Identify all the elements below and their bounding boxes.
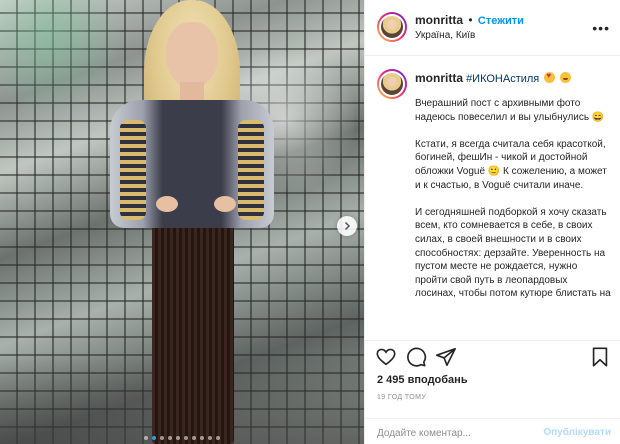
- carousel-next-button[interactable]: [337, 216, 357, 236]
- comment-icon[interactable]: [405, 346, 427, 368]
- carousel-dots: [0, 436, 364, 440]
- caption-paragraph: Кстати, я всегда считала себя красоткой,…: [415, 138, 607, 191]
- post-header: monritta • Стежити Україна, Київ •••: [365, 0, 620, 56]
- bookmark-icon[interactable]: [589, 346, 611, 368]
- avatar[interactable]: [377, 12, 407, 42]
- person-hand-left: [156, 196, 178, 212]
- person-jacket: [110, 100, 274, 228]
- person-hand-right: [214, 196, 236, 212]
- caption-paragraph: Вчерашний пост с архивными фото надеюсь …: [415, 98, 605, 123]
- header-separator: •: [468, 13, 473, 27]
- header-username[interactable]: monritta: [415, 13, 463, 27]
- person-face: [166, 22, 218, 88]
- post-side-panel: monritta • Стежити Україна, Київ ••• mon…: [364, 0, 620, 444]
- action-bar: [365, 340, 620, 372]
- carousel-dot: [160, 436, 164, 440]
- caption-avatar[interactable]: [377, 69, 407, 99]
- post-photo[interactable]: [0, 0, 364, 444]
- heart-eyes-emoji-icon: [544, 71, 556, 83]
- carousel-dot: [216, 436, 220, 440]
- comment-input[interactable]: [377, 424, 547, 442]
- share-icon[interactable]: [435, 346, 457, 368]
- more-options-icon[interactable]: •••: [592, 20, 610, 36]
- caption-area: monritta #ИКОНАстиля Вчерашний пост с ар…: [365, 57, 620, 331]
- caption-header: monritta #ИКОНАстиля: [415, 71, 572, 85]
- header-user-line: monritta • Стежити: [415, 13, 524, 27]
- carousel-dot: [200, 436, 204, 440]
- photo-person: [96, 0, 286, 444]
- caption-paragraph: И сегодняшней подборкой я хочу сказать в…: [415, 206, 611, 300]
- carousel-dot: [152, 436, 156, 440]
- comment-bar: Опублікувати: [365, 418, 620, 444]
- location-link[interactable]: Україна, Київ: [415, 30, 475, 41]
- heart-icon[interactable]: [375, 346, 397, 368]
- carousel-dot: [168, 436, 172, 440]
- chevron-right-icon: [344, 221, 351, 231]
- carousel-dot: [192, 436, 196, 440]
- post-timestamp[interactable]: 19 год тому: [377, 394, 426, 401]
- likes-count[interactable]: 2 495 вподобань: [377, 374, 468, 386]
- caption-text: Вчерашний пост с архивными фото надеюсь …: [415, 97, 611, 315]
- follow-button[interactable]: Стежити: [478, 15, 524, 27]
- post-comment-button[interactable]: Опублікувати: [543, 427, 611, 438]
- caption-hashtag[interactable]: #ИКОНАстиля: [466, 73, 539, 85]
- carousel-dot: [184, 436, 188, 440]
- carousel-dot: [208, 436, 212, 440]
- carousel-dot: [176, 436, 180, 440]
- grin-emoji-icon: [560, 72, 572, 83]
- carousel-dot: [144, 436, 148, 440]
- caption-username[interactable]: monritta: [415, 71, 463, 85]
